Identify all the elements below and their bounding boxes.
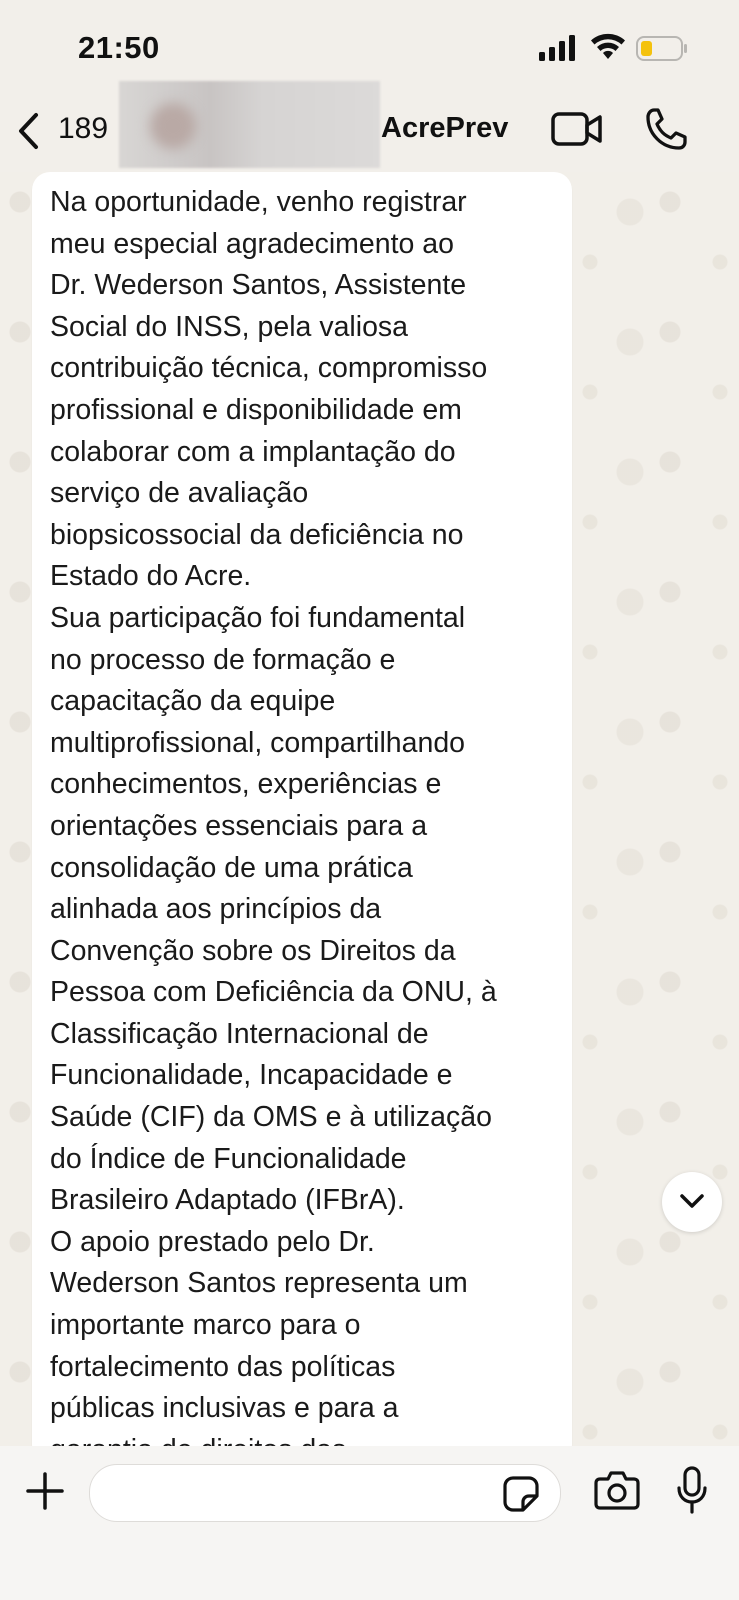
- sticker-icon[interactable]: [503, 1476, 539, 1512]
- camera-icon[interactable]: [594, 1470, 640, 1510]
- phone-call-icon[interactable]: [645, 107, 687, 151]
- microphone-icon[interactable]: [676, 1466, 708, 1514]
- unread-count[interactable]: 189: [58, 112, 108, 146]
- contact-name[interactable]: AcrePrev: [381, 112, 508, 145]
- back-chevron-icon[interactable]: [14, 111, 44, 151]
- message-bubble[interactable]: Na oportunidade, venho registrar meu esp…: [32, 172, 572, 1446]
- cellular-signal-icon: [539, 35, 575, 61]
- message-input-container[interactable]: [89, 1464, 561, 1522]
- plus-icon[interactable]: [26, 1472, 64, 1510]
- wifi-icon: [591, 33, 625, 59]
- message-input[interactable]: [108, 1473, 492, 1515]
- chevron-down-icon: [680, 1194, 704, 1208]
- avatar[interactable]: [150, 103, 196, 149]
- chat-background: Na oportunidade, venho registrar meu esp…: [0, 172, 739, 1446]
- scroll-to-bottom-button[interactable]: [662, 1172, 722, 1232]
- status-time: 21:50: [78, 30, 160, 65]
- message-text: Na oportunidade, venho registrar meu esp…: [50, 186, 497, 1446]
- video-call-icon[interactable]: [551, 110, 603, 150]
- battery-icon: [636, 36, 687, 61]
